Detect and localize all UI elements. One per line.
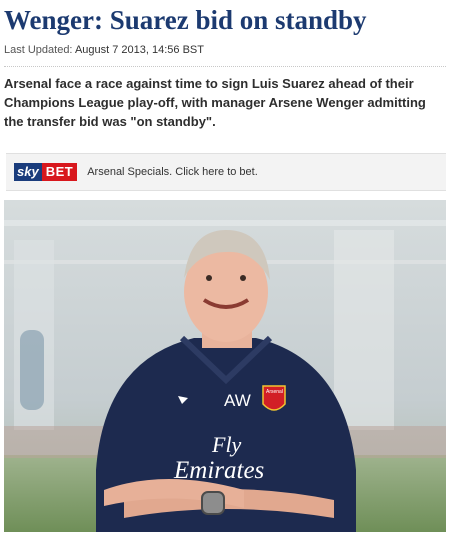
bet-link[interactable]: Arsenal Specials. Click here to bet. [87,166,258,178]
last-updated-label: Last Updated: [4,44,73,56]
wristwatch-icon [201,491,225,515]
last-updated: Last Updated: August 7 2013, 14:56 BST [4,43,204,57]
article-headline: Wenger: Suarez bid on standby [4,5,367,35]
article-photo: AW Arsenal Fly Emirates [4,200,446,532]
sponsor-line1: Fly [211,432,242,457]
last-updated-value: August 7 2013, 14:56 BST [74,44,204,56]
skybet-logo-sky: sky [14,163,42,181]
skybet-logo: sky BET [14,163,78,181]
divider [4,66,446,67]
article-summary: Arsenal face a race against time to sign… [4,76,426,129]
shirt-initials: AW [224,391,251,410]
wenger-photo: AW Arsenal Fly Emirates [4,200,446,532]
skybet-logo-bet: BET [41,163,78,181]
badge-text: Arsenal [266,389,283,395]
skybet-promo-bar[interactable]: sky BET Arsenal Specials. Click here to … [6,153,446,191]
